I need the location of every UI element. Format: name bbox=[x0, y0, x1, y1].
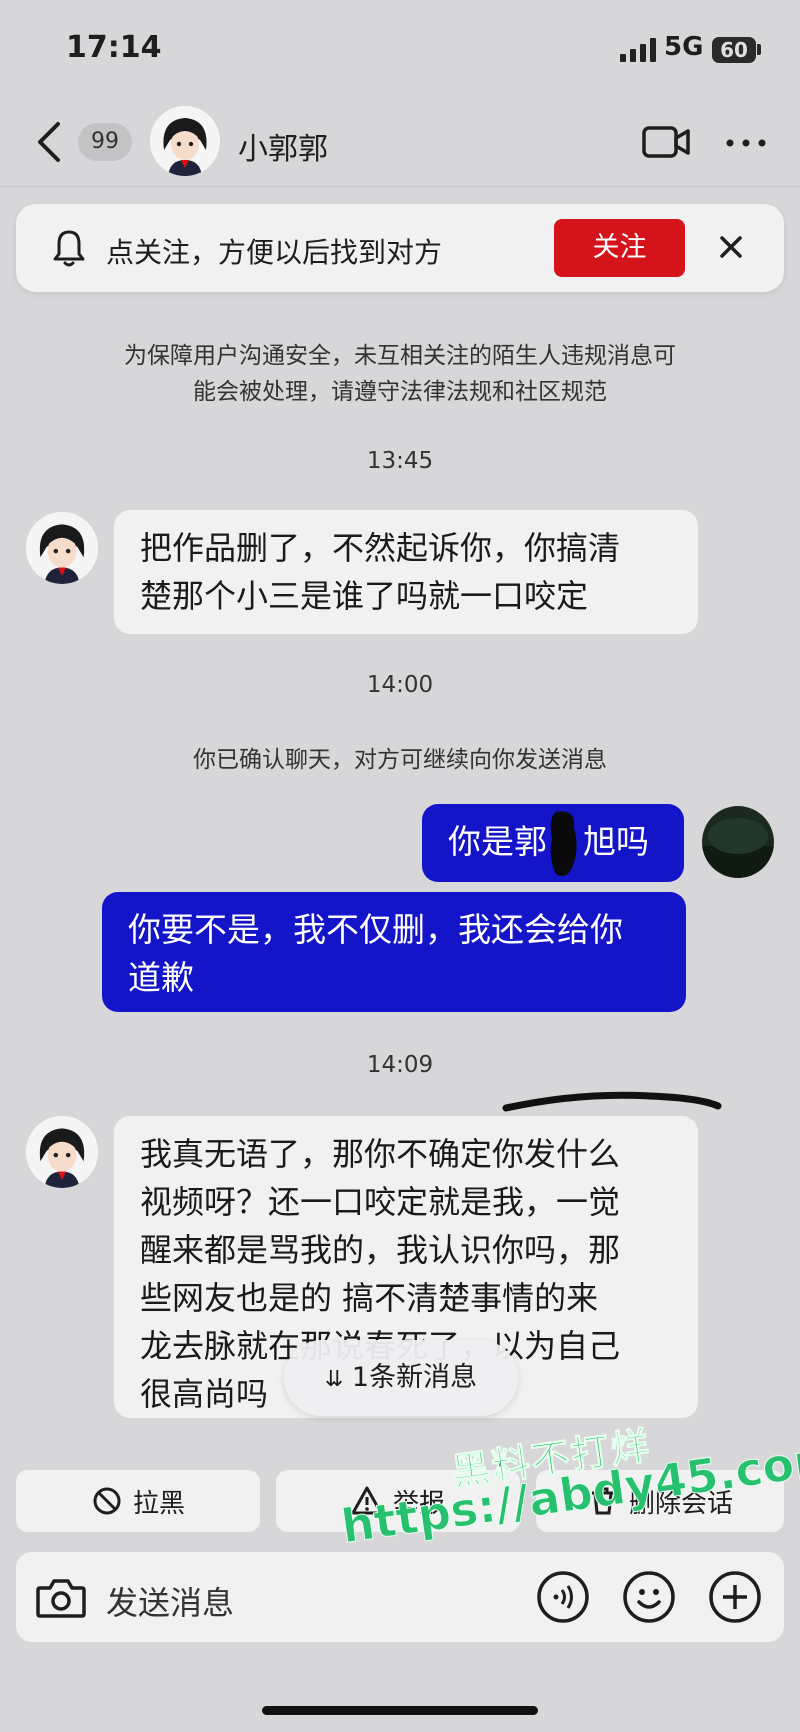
timestamp: 14:09 bbox=[366, 1052, 434, 1078]
signal-icon bbox=[620, 38, 656, 62]
new-messages-label: 1条新消息 bbox=[351, 1362, 478, 1393]
safety-notice: 为保障用户沟通安全，未互相关注的陌生人违规消息可 能会被处理，请遵守法律法规和社… bbox=[90, 338, 710, 410]
message-line: 把作品删了，不然起诉你，你搞清 bbox=[140, 529, 621, 567]
message-text-part: 你是郭 bbox=[448, 822, 547, 861]
battery-tip bbox=[757, 44, 761, 55]
new-messages-pill[interactable]: ⇊ 1条新消息 bbox=[284, 1340, 518, 1416]
message-line: 些网友也是的 搞不清楚事情的来 bbox=[140, 1279, 599, 1317]
close-icon[interactable] bbox=[716, 232, 746, 262]
home-indicator bbox=[262, 1706, 538, 1715]
message-line: 你要不是，我不仅删，我还会给你 bbox=[128, 910, 623, 949]
video-call-icon[interactable] bbox=[642, 124, 690, 160]
status-time: 17:14 bbox=[66, 30, 162, 65]
safety-notice-line2: 能会被处理，请遵守法律法规和社区规范 bbox=[193, 379, 607, 405]
camera-icon[interactable] bbox=[34, 1574, 88, 1622]
emoji-icon[interactable] bbox=[622, 1570, 676, 1624]
contact-avatar[interactable] bbox=[150, 106, 220, 176]
bell-icon bbox=[53, 230, 85, 267]
message-input[interactable]: 发送消息 bbox=[106, 1578, 234, 1624]
contact-name: 小郭郭 bbox=[238, 132, 328, 167]
timestamp: 14:00 bbox=[366, 672, 434, 698]
voice-icon[interactable] bbox=[536, 1570, 590, 1624]
battery-icon: 60 bbox=[712, 37, 756, 63]
anime-girl-avatar-icon bbox=[150, 106, 220, 176]
landscape-avatar-icon bbox=[702, 806, 774, 878]
sender-avatar[interactable] bbox=[26, 512, 98, 584]
message-line: 视频呀？还一口咬定就是我，一觉 bbox=[140, 1183, 621, 1221]
confirm-notice: 你已确认聊天，对方可继续向你发送消息 bbox=[193, 747, 607, 773]
message-line: 醒来都是骂我的，我认识你吗，那 bbox=[140, 1231, 621, 1269]
back-arrow-icon[interactable] bbox=[32, 118, 66, 166]
message-line: 我真无语了，那你不确定你发什么 bbox=[140, 1135, 621, 1173]
timestamp: 13:45 bbox=[366, 448, 434, 474]
redaction-mark bbox=[550, 811, 577, 876]
unread-badge[interactable]: 99 bbox=[78, 123, 132, 161]
safety-notice-line1: 为保障用户沟通安全，未互相关注的陌生人违规消息可 bbox=[124, 343, 676, 369]
more-options-icon[interactable] bbox=[724, 128, 768, 158]
message-text-part: 旭吗 bbox=[583, 822, 649, 861]
anime-girl-avatar-icon bbox=[26, 1116, 98, 1188]
network-type: 5G bbox=[664, 32, 704, 62]
message-line: 楚那个小三是谁了吗就一口咬定 bbox=[140, 577, 589, 615]
double-chevron-down-icon: ⇊ bbox=[324, 1367, 344, 1392]
my-avatar[interactable] bbox=[702, 806, 774, 878]
message-line: 道歉 bbox=[128, 958, 194, 997]
follow-banner-text: 点关注，方便以后找到对方 bbox=[106, 236, 443, 269]
plus-icon[interactable] bbox=[708, 1570, 762, 1624]
block-label: 拉黑 bbox=[132, 1488, 185, 1519]
block-icon bbox=[93, 1487, 121, 1515]
follow-button[interactable]: 关注 bbox=[554, 219, 685, 277]
incoming-message[interactable]: 把作品删了，不然起诉你，你搞清 楚那个小三是谁了吗就一口咬定 bbox=[114, 510, 698, 634]
anime-girl-avatar-icon bbox=[26, 512, 98, 584]
outgoing-message[interactable]: 你要不是，我不仅删，我还会给你 道歉 bbox=[102, 892, 686, 1012]
sender-avatar[interactable] bbox=[26, 1116, 98, 1188]
header-divider bbox=[0, 186, 800, 187]
block-button[interactable]: 拉黑 bbox=[16, 1470, 260, 1532]
